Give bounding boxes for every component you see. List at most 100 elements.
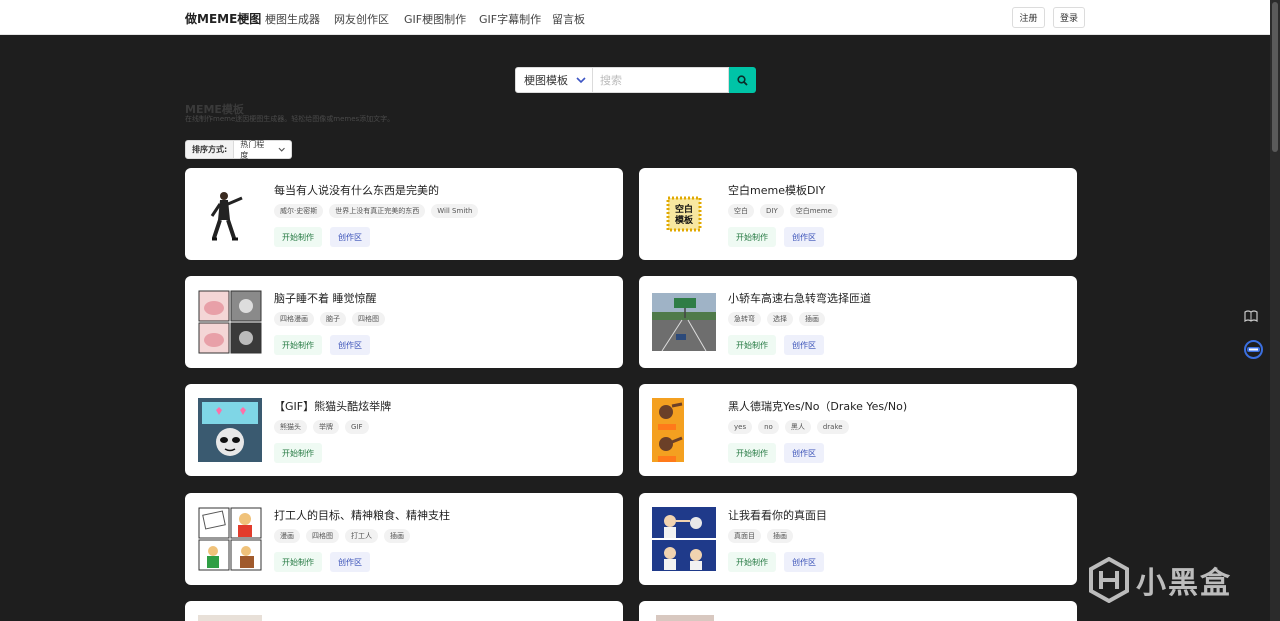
creation-zone-button[interactable]: 创作区: [330, 227, 370, 247]
meme-card[interactable]: 【GIF】熊猫头酷炫举牌 熊猫头 举牌 GIF 开始制作: [185, 384, 623, 476]
book-icon[interactable]: [1244, 310, 1258, 322]
search-category-select[interactable]: 梗图模板: [515, 67, 593, 93]
meme-card-title[interactable]: 打工人的目标、精神粮食、精神支柱: [274, 507, 450, 523]
chevron-down-icon: [278, 147, 285, 152]
meme-card-title[interactable]: 黑人德瑞克Yes/No（Drake Yes/No): [728, 398, 907, 414]
creation-zone-button[interactable]: 创作区: [784, 443, 824, 463]
register-button[interactable]: 注册: [1012, 7, 1045, 28]
sort-select[interactable]: 热门程度: [234, 139, 293, 160]
card-actions: 开始制作 创作区: [274, 335, 370, 355]
tag[interactable]: 急转弯: [728, 312, 761, 326]
card-actions: 开始制作 创作区: [274, 227, 370, 247]
nav-link-gif-subtitle[interactable]: GIF字幕制作: [479, 11, 541, 27]
tag[interactable]: 空白: [728, 204, 754, 218]
tag[interactable]: GIF: [345, 420, 369, 434]
tag[interactable]: 举牌: [313, 420, 339, 434]
meme-card-title[interactable]: 【GIF】熊猫头酷炫举牌: [274, 398, 391, 414]
meme-card[interactable]: 空白 模板 空白meme模板DIY 空白 DIY 空白meme 开始制作 创作区: [639, 168, 1077, 260]
meme-card-title[interactable]: 空白meme模板DIY: [728, 182, 825, 198]
nav-link-gif-meme[interactable]: GIF梗图制作: [404, 11, 466, 27]
card-actions: 开始制作 创作区: [728, 552, 824, 572]
tag[interactable]: 漫画: [274, 529, 300, 543]
nav-link-meme-generator[interactable]: 梗图生成器: [265, 11, 320, 27]
start-making-button[interactable]: 开始制作: [728, 335, 776, 355]
heybox-logo-icon: [1089, 557, 1129, 603]
sort-select-value: 热门程度: [240, 139, 265, 160]
search-input[interactable]: [593, 67, 729, 93]
search-button[interactable]: [729, 67, 756, 93]
scrollbar-thumb[interactable]: [1272, 2, 1278, 152]
tag[interactable]: 四格漫画: [274, 312, 314, 326]
start-making-button[interactable]: 开始制作: [274, 552, 322, 572]
meme-card-title[interactable]: 每当有人说没有什么东西是完美的: [274, 182, 439, 198]
tag[interactable]: drake: [816, 420, 849, 434]
watermark-text: 小黑盒: [1136, 566, 1232, 601]
meme-thumbnail-worker-comic: [198, 507, 262, 571]
start-making-button[interactable]: 开始制作: [274, 227, 322, 247]
tag[interactable]: no: [758, 420, 779, 434]
search-category-value: 梗图模板: [524, 74, 568, 87]
meme-card[interactable]: 小轿车高速右急转弯选择匝道 急转弯 选择 插画 开始制作 创作区: [639, 276, 1077, 368]
tag[interactable]: 选择: [767, 312, 793, 326]
tag[interactable]: 四格图: [352, 312, 385, 326]
search-icon: [737, 74, 748, 86]
login-button[interactable]: 登录: [1053, 7, 1085, 28]
tag[interactable]: 熊猫头: [274, 420, 307, 434]
start-making-button[interactable]: 开始制作: [728, 227, 776, 247]
nav-link-message-board[interactable]: 留言板: [552, 11, 585, 27]
blank-template-text-bottom: 模板: [675, 214, 694, 226]
tag[interactable]: 打工人: [345, 529, 378, 543]
nav-link-user-creations[interactable]: 网友创作区: [334, 11, 389, 27]
card-actions: 开始制作 创作区: [274, 552, 370, 572]
meme-thumbnail-highway-exit: [652, 290, 716, 354]
meme-card[interactable]: 黑人德瑞克Yes/No（Drake Yes/No) yes no 黑人 drak…: [639, 384, 1077, 476]
meme-thumbnail-unmask: [652, 507, 716, 571]
tag[interactable]: 四格图: [306, 529, 339, 543]
tag[interactable]: DIY: [760, 204, 784, 218]
meme-card-title[interactable]: 小轿车高速右急转弯选择匝道: [728, 290, 871, 306]
start-making-button[interactable]: 开始制作: [274, 335, 322, 355]
meme-card-partial[interactable]: [185, 601, 623, 621]
creation-zone-button[interactable]: 创作区: [330, 335, 370, 355]
brand-logo[interactable]: 做MEME梗图: [185, 10, 261, 27]
section-subtitle: 在线制作meme迷因梗图生成器。轻松给图像或memes添加文字。: [185, 115, 395, 123]
tag[interactable]: 插画: [767, 529, 793, 543]
tag[interactable]: 真面目: [728, 529, 761, 543]
page-scrollbar[interactable]: [1270, 0, 1280, 621]
tag[interactable]: 黑人: [784, 420, 811, 434]
tag[interactable]: yes: [728, 420, 753, 434]
meme-card[interactable]: 让我看看你的真面目 真面目 插画 开始制作 创作区: [639, 493, 1077, 585]
tag-list: 四格漫画 脑子 四格图: [274, 312, 385, 326]
meme-card[interactable]: 每当有人说没有什么东西是完美的 威尔·史密斯 世界上没有真正完美的东西 Will…: [185, 168, 623, 260]
tag[interactable]: 插画: [384, 529, 410, 543]
blank-template-text-top: 空白: [675, 203, 693, 215]
creation-zone-button[interactable]: 创作区: [784, 335, 824, 355]
start-making-button[interactable]: 开始制作: [728, 443, 776, 463]
tag-list: yes no 黑人 drake: [728, 420, 849, 434]
sort-label: 排序方式:: [185, 140, 235, 159]
creation-zone-button[interactable]: 创作区: [330, 552, 370, 572]
start-making-button[interactable]: 开始制作: [274, 443, 322, 463]
creation-zone-button[interactable]: 创作区: [784, 227, 824, 247]
tag[interactable]: 插画: [799, 312, 825, 326]
start-making-button[interactable]: 开始制作: [728, 552, 776, 572]
tag[interactable]: 世界上没有真正完美的东西: [329, 204, 426, 218]
meme-card[interactable]: 打工人的目标、精神粮食、精神支柱 漫画 四格图 打工人 插画 开始制作 创作区: [185, 493, 623, 585]
meme-card-title[interactable]: 脑子睡不着 睡觉惊醒: [274, 290, 377, 306]
meme-thumbnail: [656, 615, 714, 621]
tag[interactable]: 威尔·史密斯: [274, 204, 324, 218]
tag[interactable]: Will Smith: [431, 204, 479, 218]
meme-card-partial[interactable]: [639, 601, 1077, 621]
tag[interactable]: 脑子: [320, 312, 346, 326]
tag-list: 漫画 四格图 打工人 插画: [274, 529, 410, 543]
card-actions: 开始制作 创作区: [728, 227, 824, 247]
translate-icon[interactable]: [1243, 340, 1264, 359]
tag[interactable]: 空白meme: [789, 204, 838, 218]
meme-card[interactable]: 脑子睡不着 睡觉惊醒 四格漫画 脑子 四格图 开始制作 创作区: [185, 276, 623, 368]
tag-list: 威尔·史密斯 世界上没有真正完美的东西 Will Smith: [274, 204, 479, 218]
meme-card-title[interactable]: 让我看看你的真面目: [728, 507, 827, 523]
meme-thumbnail-panda-sign: [198, 398, 262, 462]
sort-control: 排序方式: 热门程度: [185, 139, 293, 160]
creation-zone-button[interactable]: 创作区: [784, 552, 824, 572]
card-actions: 开始制作 创作区: [728, 443, 824, 463]
